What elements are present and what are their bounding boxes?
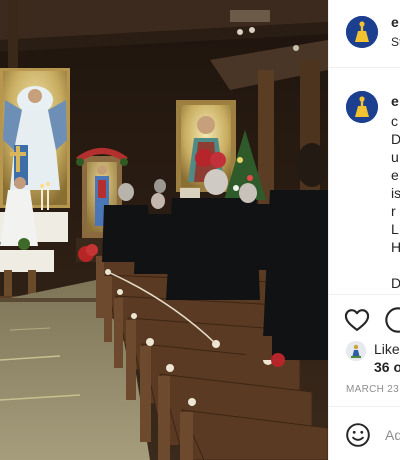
likes-count[interactable]: 36 o: [374, 359, 400, 375]
account-avatar[interactable]: [346, 16, 378, 48]
church-logo-icon: [346, 16, 378, 48]
caption-line: H: [391, 238, 400, 256]
caption-line: D: [391, 274, 400, 292]
liker-avatar[interactable]: [346, 341, 366, 361]
comment-divider: [329, 406, 400, 407]
caption-line: e: [391, 167, 399, 183]
post-date[interactable]: MARCH 23: [346, 384, 399, 395]
caption-line: L: [391, 221, 399, 237]
header-divider: [329, 67, 400, 68]
caption-line: r: [391, 203, 396, 219]
caption-username[interactable]: e: [391, 93, 399, 109]
header-username[interactable]: e: [391, 14, 399, 30]
caption-line: c: [391, 113, 398, 129]
church-logo-icon: [346, 91, 378, 123]
post-side-panel: e St e c D u e is r L H D Liked 36 o MAR…: [328, 0, 400, 460]
church-interior-image: [0, 0, 328, 460]
liker-profile-icon: [346, 341, 366, 361]
caption-avatar[interactable]: [346, 91, 378, 123]
heart-outline-icon[interactable]: [343, 306, 371, 334]
actions-divider: [329, 294, 400, 295]
speech-bubble-icon[interactable]: [384, 306, 400, 334]
caption-line: is: [391, 185, 400, 201]
header-location[interactable]: St: [391, 35, 400, 49]
caption-line: u: [391, 149, 399, 165]
liked-by-text: Liked: [374, 341, 400, 357]
comment-input[interactable]: [385, 424, 400, 446]
caption-line: D: [391, 130, 400, 148]
post-photo[interactable]: [0, 0, 328, 460]
smiley-icon[interactable]: [345, 422, 371, 448]
